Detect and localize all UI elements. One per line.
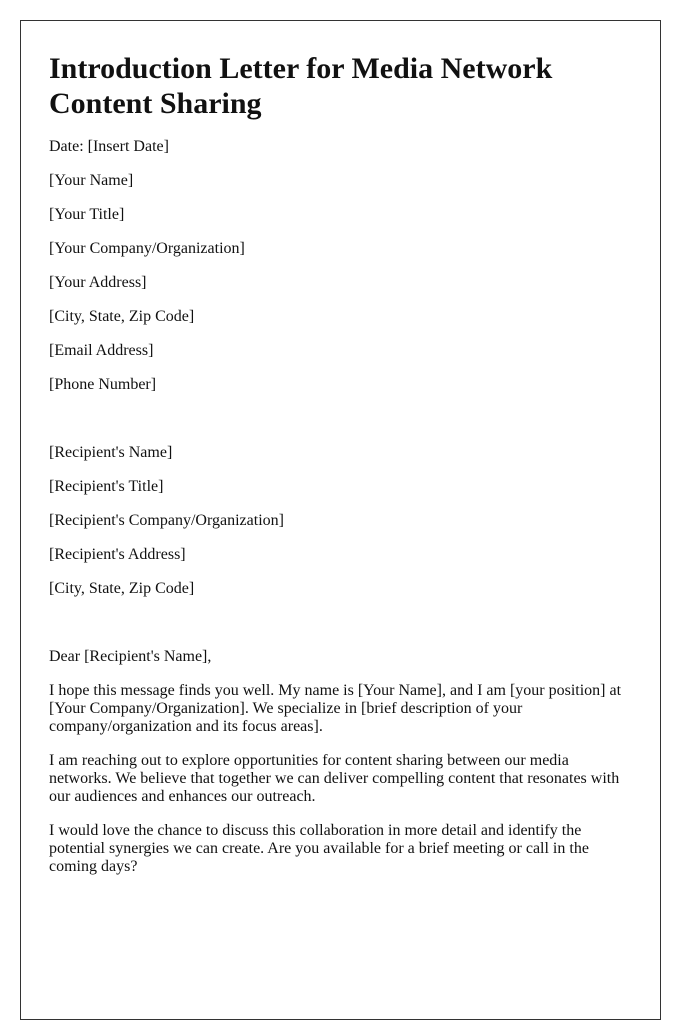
letter-container: Introduction Letter for Media Network Co… [20, 20, 661, 1020]
sender-block: [Your Name] [Your Title] [Your Company/O… [49, 172, 632, 394]
sender-city-state-zip: [City, State, Zip Code] [49, 308, 195, 325]
letter-title: Introduction Letter for Media Network Co… [49, 52, 553, 120]
recipient-name: [Recipient's Name] [49, 444, 173, 461]
sender-company: [Your Company/Organization] [49, 240, 245, 257]
salutation: Dear [Recipient's Name], [49, 648, 212, 665]
body-paragraph-purpose: I am reaching out to explore opportuniti… [49, 752, 620, 805]
body-paragraph-intro: I hope this message finds you well. My n… [49, 682, 622, 735]
recipient-company: [Recipient's Company/Organization] [49, 512, 284, 529]
sender-address: [Your Address] [49, 274, 147, 291]
recipient-title: [Recipient's Title] [49, 478, 164, 495]
body-paragraph-request: I would love the chance to discuss this … [49, 822, 589, 875]
sender-name: [Your Name] [49, 172, 134, 189]
sender-email: [Email Address] [49, 342, 154, 359]
date-line: Date: [Insert Date] [49, 138, 169, 155]
sender-title: [Your Title] [49, 206, 125, 223]
recipient-block: [Recipient's Name] [Recipient's Title] [… [49, 444, 632, 598]
sender-phone: [Phone Number] [49, 376, 157, 393]
recipient-city-state-zip: [City, State, Zip Code] [49, 580, 195, 597]
recipient-address: [Recipient's Address] [49, 546, 186, 563]
